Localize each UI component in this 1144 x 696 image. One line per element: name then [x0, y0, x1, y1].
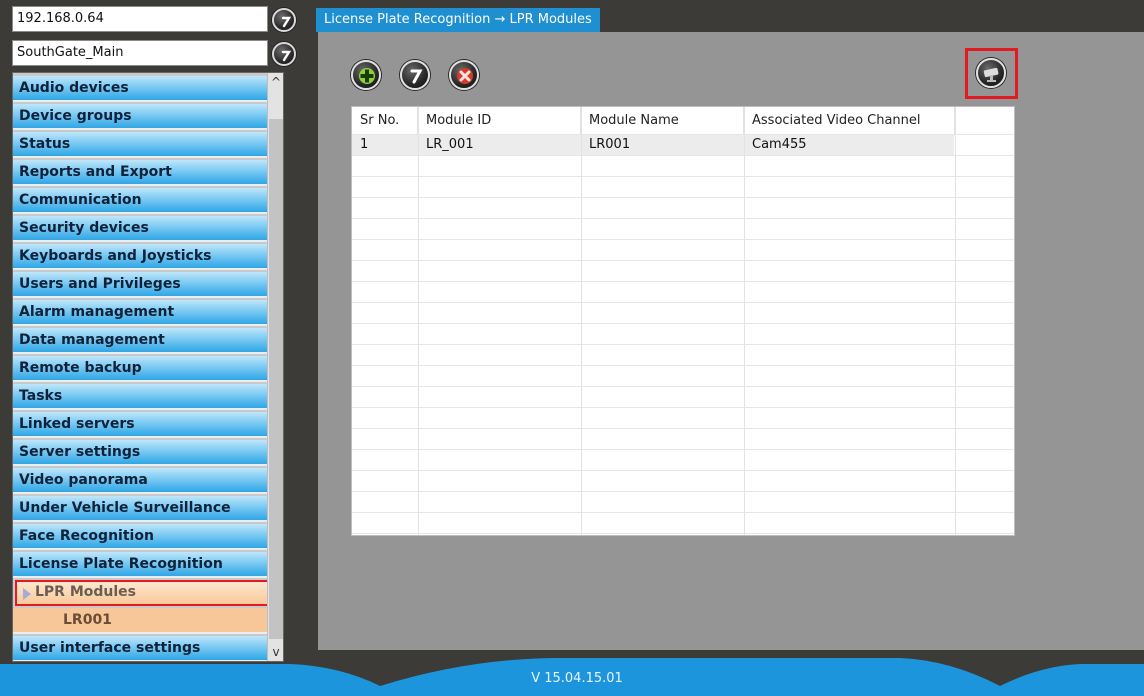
lpr-modules-label: LPR Modules — [35, 584, 137, 600]
camera-icon[interactable] — [976, 58, 1006, 88]
page-title: License Plate Recognition → LPR Modules — [316, 8, 600, 32]
address-help-icon[interactable] — [272, 8, 296, 32]
lpr-modules-table: Sr No. Module ID Module Name Associated … — [351, 106, 1015, 536]
server-help-icon[interactable] — [272, 42, 296, 66]
grid-row-line — [352, 176, 1014, 177]
grid-row-line — [352, 470, 1014, 471]
header-module-name[interactable]: Module Name — [581, 107, 744, 134]
grid-row-line — [352, 512, 1014, 513]
grid-row-line — [352, 491, 1014, 492]
grid-row-line — [352, 197, 1014, 198]
tree-scrollbar[interactable]: ^ v — [267, 73, 283, 661]
header-video-channel[interactable]: Associated Video Channel — [744, 107, 955, 134]
grid-row-line — [352, 407, 1014, 408]
delete-icon[interactable] — [449, 60, 479, 90]
menu-server-settings[interactable]: Server settings — [13, 440, 283, 466]
menu-users-privileges[interactable]: Users and Privileges — [13, 272, 283, 298]
menu-alarm-management[interactable]: Alarm management — [13, 300, 283, 326]
grid-row-line — [352, 218, 1014, 219]
menu-linked-servers[interactable]: Linked servers — [13, 412, 283, 438]
scroll-up-icon[interactable]: ^ — [268, 73, 283, 91]
menu-device-groups[interactable]: Device groups — [13, 104, 283, 130]
header-sr-no[interactable]: Sr No. — [352, 107, 418, 134]
menu-reports-export[interactable]: Reports and Export — [13, 160, 283, 186]
help-icon[interactable] — [400, 60, 430, 90]
menu-data-management[interactable]: Data management — [13, 328, 283, 354]
scroll-thumb[interactable] — [269, 119, 283, 639]
expand-arrow-icon — [23, 588, 31, 600]
cell-sr-no[interactable]: 1 — [352, 134, 418, 155]
grid-row-line — [352, 449, 1014, 450]
menu-communication[interactable]: Communication — [13, 188, 283, 214]
server-name-field[interactable]: SouthGate_Main — [12, 40, 268, 66]
menu-audio-devices[interactable]: Audio devices — [13, 76, 283, 102]
grid-row-line — [352, 134, 1014, 135]
menu-security-devices[interactable]: Security devices — [13, 216, 283, 242]
cell-module-name[interactable]: LR001 — [581, 134, 744, 155]
menu-lpr-modules[interactable]: LPR Modules — [15, 580, 281, 606]
menu-under-vehicle-surveillance[interactable]: Under Vehicle Surveillance — [13, 496, 283, 522]
menu-tasks[interactable]: Tasks — [13, 384, 283, 410]
grid-row-line — [352, 302, 1014, 303]
server-address-field[interactable]: 192.168.0.64 — [12, 6, 268, 32]
grid-row-line — [352, 365, 1014, 366]
menu-status[interactable]: Status — [13, 132, 283, 158]
add-icon[interactable] — [351, 60, 381, 90]
menu-keyboards-joysticks[interactable]: Keyboards and Joysticks — [13, 244, 283, 270]
grid-row-line — [352, 239, 1014, 240]
navigation-tree: Audio devices Device groups Status Repor… — [12, 72, 284, 662]
header-module-id[interactable]: Module ID — [418, 107, 581, 134]
menu-remote-backup[interactable]: Remote backup — [13, 356, 283, 382]
grid-row-line — [352, 281, 1014, 282]
grid-row-line — [352, 155, 1014, 156]
grid-row-line — [352, 533, 1014, 534]
cell-video-channel[interactable]: Cam455 — [744, 134, 955, 155]
grid-row-line — [352, 428, 1014, 429]
table-header: Sr No. Module ID Module Name Associated … — [352, 107, 1014, 134]
cell-module-id[interactable]: LR_001 — [418, 134, 581, 155]
grid-row-line — [352, 386, 1014, 387]
menu-license-plate-recognition[interactable]: License Plate Recognition — [13, 552, 283, 578]
grid-row-line — [352, 260, 1014, 261]
menu-video-panorama[interactable]: Video panorama — [13, 468, 283, 494]
grid-row-line — [352, 323, 1014, 324]
version-label: V 15.04.15.01 — [531, 671, 623, 686]
menu-face-recognition[interactable]: Face Recognition — [13, 524, 283, 550]
grid-row-line — [352, 344, 1014, 345]
menu-lr001[interactable]: LR001 — [13, 608, 283, 634]
